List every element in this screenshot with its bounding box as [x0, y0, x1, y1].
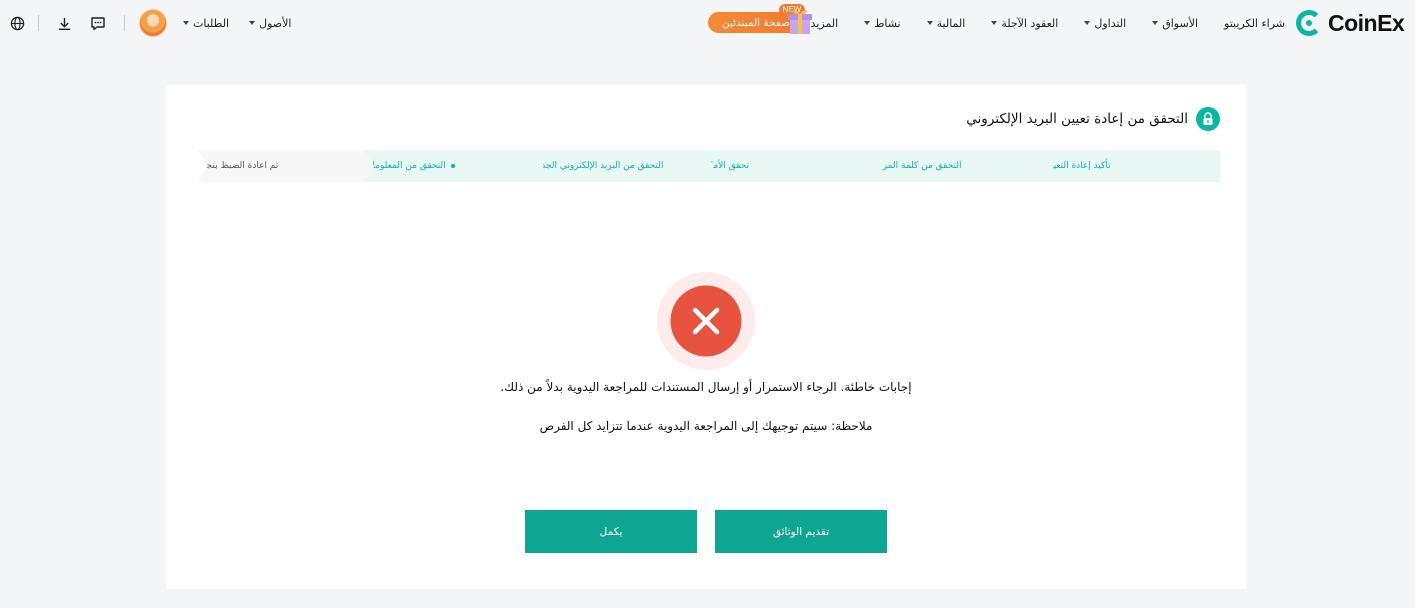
nav-markets[interactable]: الأسواق — [1152, 17, 1198, 30]
chevron-down-icon — [991, 21, 998, 25]
nav-trade[interactable]: التداول — [1084, 17, 1126, 30]
step-security-verification: تحقق الأمان — [704, 150, 884, 182]
divider — [38, 15, 39, 31]
avatar[interactable] — [139, 9, 167, 37]
message-icon[interactable] — [89, 14, 107, 32]
step-reset-success: تم اعادة الضبط بنجاح — [198, 150, 374, 182]
account-menu: الأصول الطلبات — [183, 0, 291, 46]
error-message: إجابات خاطئة. الرجاء الاستمرار أو إرسال … — [500, 380, 912, 394]
step-information-verification: التحقق من المعلومات — [364, 150, 544, 182]
error-x-icon — [657, 272, 755, 370]
chevron-down-icon — [926, 21, 933, 25]
chevron-down-icon — [183, 21, 189, 25]
card-header: التحقق من إعادة تعيين البريد الإلكتروني — [966, 107, 1220, 131]
nav-assets-label: الأصول — [259, 16, 292, 30]
step-confirm-reset: تأكيد إعادة التعيين — [1044, 150, 1220, 182]
step-password-verification: التحقق من كلمة المرور — [874, 150, 1054, 182]
utility-icons — [8, 0, 167, 46]
continue-button[interactable]: يكمل — [525, 510, 697, 553]
download-icon[interactable] — [55, 14, 73, 32]
nav-orders[interactable]: الطلبات — [183, 17, 229, 30]
nav-orders-label: الطلبات — [193, 16, 230, 30]
chevron-down-icon — [1152, 21, 1159, 25]
chevron-down-icon — [249, 21, 256, 25]
progress-steps: تأكيد إعادة التعيين التحقق من كلمة المرو… — [198, 150, 1220, 182]
nav-activity-label: نشاط — [874, 16, 901, 30]
nav-finance-label: المالية — [936, 16, 966, 30]
nav-trade-label: التداول — [1094, 16, 1127, 30]
brand-name: CoinEx — [1328, 9, 1405, 36]
nav-buy-crypto[interactable]: شراء الكريبتو — [1224, 17, 1285, 30]
chevron-down-icon — [864, 21, 871, 25]
coinex-logo-icon — [1296, 10, 1322, 36]
nav-buy-crypto-label: شراء الكريبتو — [1224, 16, 1285, 30]
nav-assets[interactable]: الأصول — [249, 17, 291, 30]
globe-icon[interactable] — [8, 14, 26, 32]
step-label: التحقق من كلمة المرور — [874, 161, 962, 171]
submit-documents-button[interactable]: تقديم الوثائق — [715, 510, 887, 553]
nav-markets-label: الأسواق — [1162, 16, 1199, 30]
chevron-down-icon — [1084, 21, 1091, 25]
main-menu: شراء الكريبتو الأسواق التداول العقود الآ… — [775, 0, 1285, 46]
current-step-dot — [450, 164, 455, 168]
note-message: ملاحظة: سيتم توجيهك إلى المراجعة اليدوية… — [539, 419, 873, 433]
nav-finance[interactable]: المالية — [926, 16, 966, 30]
step-label: تم اعادة الضبط بنجاح — [198, 161, 279, 171]
step-new-email-verification: التحقق من البريد الإلكتروني الجديد — [534, 150, 714, 182]
top-navigation: CoinEx شراء الكريبتو الأسواق التداول الع… — [0, 0, 1415, 46]
coinex-logo[interactable]: CoinEx — [1296, 0, 1408, 46]
reset-email-card: التحقق من إعادة تعيين البريد الإلكتروني … — [166, 85, 1246, 589]
step-label: التحقق من المعلومات — [364, 161, 446, 171]
step-label: التحقق من البريد الإلكتروني الجديد — [534, 161, 664, 171]
divider — [124, 15, 125, 31]
nav-futures[interactable]: العقود الآجلة — [991, 17, 1058, 30]
nav-activity[interactable]: نشاط — [864, 16, 901, 30]
gift-icon — [788, 9, 812, 34]
beginner-page-button[interactable]: صفحة المبتدئين — [708, 9, 816, 35]
nav-futures-label: العقود الآجلة — [1001, 16, 1059, 30]
page-title: التحقق من إعادة تعيين البريد الإلكتروني — [966, 111, 1188, 127]
lock-icon — [1196, 107, 1220, 131]
